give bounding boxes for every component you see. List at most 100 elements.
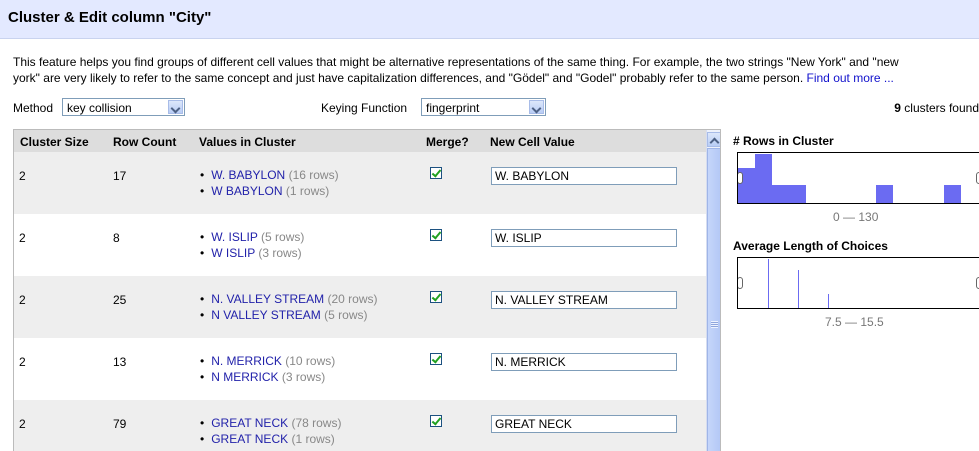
row-count-cell: 13 <box>113 355 127 369</box>
merge-checkbox[interactable] <box>430 229 442 241</box>
list-item: GREAT NECK (1 rows) <box>200 431 341 447</box>
cluster-value-link[interactable]: GREAT NECK <box>211 416 288 430</box>
new-cell-value-input[interactable] <box>491 167 677 185</box>
histogram-line <box>798 270 799 308</box>
merge-checkbox[interactable] <box>430 291 442 303</box>
header-merge[interactable]: Merge? <box>426 135 469 149</box>
values-list: W. ISLIP (5 rows) W ISLIP (3 rows) <box>200 229 304 261</box>
find-out-more-link[interactable]: Find out more ... <box>807 71 894 85</box>
keying-function-select[interactable]: fingerprint <box>421 98 546 116</box>
list-item: W BABYLON (1 rows) <box>200 183 339 199</box>
range-handle-left[interactable] <box>738 277 743 289</box>
scrollbar-thumb[interactable] <box>707 148 720 451</box>
values-list: W. BABYLON (16 rows) W BABYLON (1 rows) <box>200 167 339 199</box>
list-item: W. ISLIP (5 rows) <box>200 229 304 245</box>
scroll-up-icon[interactable] <box>707 132 720 147</box>
row-count-cell: 79 <box>113 417 127 431</box>
method-label: Method <box>13 101 54 115</box>
list-item: W. BABYLON (16 rows) <box>200 167 339 183</box>
new-cell-value-input[interactable] <box>491 353 677 371</box>
histogram-bar <box>789 185 807 203</box>
cluster-table: Cluster Size Row Count Values in Cluster… <box>13 129 721 451</box>
clusters-found-label: 9 clusters found <box>894 101 979 115</box>
histogram-bar <box>755 154 773 203</box>
merge-checkbox[interactable] <box>430 353 442 365</box>
table-scrollbar[interactable] <box>706 130 720 451</box>
table-row: 2 17 W. BABYLON (16 rows) W BABYLON (1 r… <box>14 152 706 214</box>
chevron-down-icon <box>529 100 544 114</box>
histogram-bar <box>772 185 790 203</box>
chevron-down-icon <box>168 100 183 114</box>
list-item: W ISLIP (3 rows) <box>200 245 304 261</box>
cluster-value-count: (1 rows) <box>291 432 335 446</box>
histogram-bar <box>944 185 962 203</box>
cluster-value-link[interactable]: W BABYLON <box>211 184 282 198</box>
average-length-histogram[interactable] <box>737 257 979 309</box>
table-row: 2 79 GREAT NECK (78 rows) GREAT NECK (1 … <box>14 400 706 451</box>
cluster-value-count: (3 rows) <box>281 370 326 384</box>
cluster-value-link[interactable]: W ISLIP <box>211 246 255 260</box>
cluster-value-link[interactable]: W. BABYLON <box>211 168 285 182</box>
new-cell-value-input[interactable] <box>491 291 677 309</box>
cluster-value-link[interactable]: N VALLEY STREAM <box>211 308 321 322</box>
range-handle-left[interactable] <box>738 172 743 184</box>
average-length-range: 7.5 — 15.5 <box>825 315 884 329</box>
cluster-value-count: (5 rows) <box>261 230 305 244</box>
method-select-value: key collision <box>67 101 132 115</box>
cluster-value-link[interactable]: GREAT NECK <box>211 432 288 446</box>
cluster-value-count: (10 rows) <box>285 354 336 368</box>
cluster-value-count: (78 rows) <box>291 416 342 430</box>
histogram-line <box>828 294 829 308</box>
cluster-size-cell: 2 <box>19 417 26 431</box>
cluster-value-link[interactable]: N. VALLEY STREAM <box>211 292 324 306</box>
cluster-value-count: (3 rows) <box>258 246 302 260</box>
new-cell-value-input[interactable] <box>491 415 677 433</box>
clusters-count: 9 <box>894 101 901 115</box>
histogram-line <box>768 259 769 308</box>
clusters-suffix: clusters found <box>900 101 979 115</box>
header-new-cell-value[interactable]: New Cell Value <box>490 135 575 149</box>
histogram-bar <box>876 185 894 203</box>
description-line-1: This feature helps you find groups of di… <box>13 55 899 69</box>
cluster-size-cell: 2 <box>19 355 26 369</box>
values-list: GREAT NECK (78 rows) GREAT NECK (1 rows) <box>200 415 341 447</box>
rows-in-cluster-histogram[interactable] <box>737 152 979 204</box>
row-count-cell: 8 <box>113 231 120 245</box>
list-item: N VALLEY STREAM (5 rows) <box>200 307 378 323</box>
cluster-value-link[interactable]: N. MERRICK <box>211 354 282 368</box>
new-cell-value-input[interactable] <box>491 229 677 247</box>
table-row: 2 8 W. ISLIP (5 rows) W ISLIP (3 rows) <box>14 214 706 276</box>
description-line-2-text: york" are very likely to refer to the sa… <box>13 71 804 85</box>
description-line-2: york" are very likely to refer to the sa… <box>13 70 979 86</box>
values-list: N. VALLEY STREAM (20 rows) N VALLEY STRE… <box>200 291 378 323</box>
rows-in-cluster-range: 0 — 130 <box>833 210 879 224</box>
values-list: N. MERRICK (10 rows) N MERRICK (3 rows) <box>200 353 335 385</box>
keying-function-select-value: fingerprint <box>426 101 480 115</box>
cluster-value-count: (5 rows) <box>324 308 368 322</box>
list-item: N MERRICK (3 rows) <box>200 369 335 385</box>
table-row: 2 25 N. VALLEY STREAM (20 rows) N VALLEY… <box>14 276 706 338</box>
list-item: N. VALLEY STREAM (20 rows) <box>200 291 378 307</box>
header-cluster-size[interactable]: Cluster Size <box>20 135 89 149</box>
header-row-count[interactable]: Row Count <box>113 135 176 149</box>
merge-checkbox[interactable] <box>430 415 442 427</box>
row-count-cell: 25 <box>113 293 127 307</box>
dialog-header: Cluster & Edit column "City" <box>0 0 979 39</box>
cluster-size-cell: 2 <box>19 169 26 183</box>
row-count-cell: 17 <box>113 169 127 183</box>
cluster-size-cell: 2 <box>19 231 26 245</box>
cluster-value-link[interactable]: N MERRICK <box>211 370 278 384</box>
rows-in-cluster-facet-title: # Rows in Cluster <box>733 134 834 148</box>
table-header: Cluster Size Row Count Values in Cluster… <box>14 130 706 152</box>
table-row: 2 13 N. MERRICK (10 rows) N MERRICK (3 r… <box>14 338 706 400</box>
keying-function-label: Keying Function <box>321 101 408 115</box>
cluster-value-link[interactable]: W. ISLIP <box>211 230 257 244</box>
average-length-facet-title: Average Length of Choices <box>733 239 888 253</box>
cluster-value-count: (20 rows) <box>327 292 378 306</box>
merge-checkbox[interactable] <box>430 167 442 179</box>
header-values-in-cluster[interactable]: Values in Cluster <box>199 135 296 149</box>
cluster-value-count: (16 rows) <box>288 168 339 182</box>
dialog-title: Cluster & Edit column "City" <box>8 9 212 26</box>
cluster-value-count: (1 rows) <box>285 184 330 198</box>
method-select[interactable]: key collision <box>62 98 185 116</box>
